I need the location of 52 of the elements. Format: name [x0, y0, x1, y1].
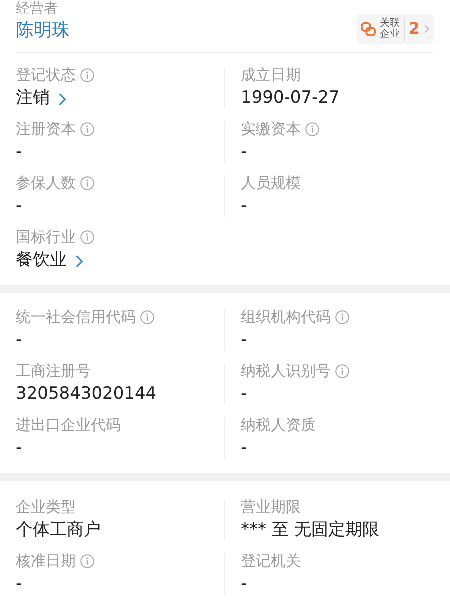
- field-label: 统一社会信用代码: [16, 307, 136, 328]
- field-value: -: [241, 329, 248, 352]
- field-value: *** 至 无固定期限: [241, 519, 380, 542]
- field-value: -: [16, 573, 22, 596]
- field-label: 进出口企业代码: [16, 415, 121, 436]
- field-label: 登记状态: [16, 65, 76, 86]
- chevron-icon[interactable]: [75, 254, 84, 268]
- info-icon[interactable]: [140, 310, 155, 325]
- field-value: 个体工商户: [16, 519, 101, 542]
- operator-name[interactable]: 陈明珠: [16, 19, 70, 43]
- field-label: 人员规模: [241, 172, 301, 194]
- chevron-icon[interactable]: [58, 92, 67, 106]
- link-icon: [360, 22, 376, 36]
- info-icon[interactable]: [80, 554, 95, 569]
- field-label: 纳税人资质: [241, 414, 316, 436]
- field-label: 组织机构代码: [241, 306, 331, 328]
- field-value: -: [16, 141, 22, 164]
- field-label: 注册资本: [16, 119, 76, 140]
- field-label: 实缴资本: [241, 118, 301, 140]
- field-value: -: [241, 383, 248, 406]
- field-value: -: [16, 195, 22, 218]
- field-label: 经营者: [16, 0, 58, 18]
- info-icon[interactable]: [335, 310, 350, 324]
- info-icon[interactable]: [80, 122, 95, 137]
- info-icon[interactable]: [80, 176, 95, 191]
- field-label: 登记机关: [241, 550, 301, 572]
- field-value: -: [241, 573, 248, 596]
- field-value: -: [16, 329, 22, 352]
- field-value: 3205843020144: [16, 383, 157, 406]
- field-label: 国标行业: [16, 226, 76, 248]
- field-label: 企业类型: [16, 497, 76, 518]
- related-count: 2: [404, 17, 420, 41]
- info-icon[interactable]: [80, 230, 95, 244]
- field-value: 1990-07-27: [241, 87, 340, 110]
- field-label: 工商注册号: [16, 361, 91, 382]
- field-value: -: [241, 141, 248, 164]
- field-value: -: [16, 437, 22, 460]
- field-label: 参保人数: [16, 173, 76, 194]
- field-value[interactable]: 注销: [16, 86, 50, 112]
- field-value: -: [241, 195, 248, 218]
- field-label: 成立日期: [241, 64, 301, 86]
- badge-label: 企业: [380, 29, 400, 40]
- field-label: 纳税人识别号: [241, 360, 331, 382]
- field-label: 核准日期: [16, 551, 76, 572]
- field-value[interactable]: 餐饮业: [16, 248, 67, 274]
- badge-label: 关联: [380, 18, 400, 29]
- chevron-icon: [424, 24, 430, 34]
- info-icon[interactable]: [305, 122, 320, 136]
- info-icon[interactable]: [80, 68, 95, 83]
- field-value: -: [241, 437, 248, 460]
- info-icon[interactable]: [335, 364, 350, 378]
- field-label: 营业期限: [241, 496, 301, 518]
